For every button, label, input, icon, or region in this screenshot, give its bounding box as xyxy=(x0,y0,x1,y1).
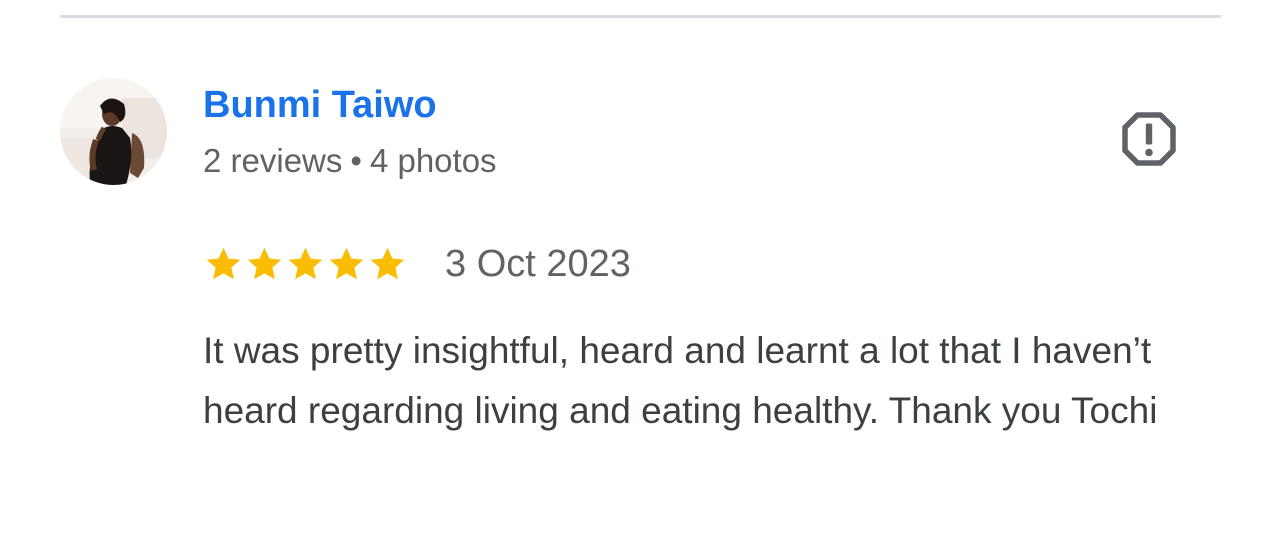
avatar[interactable] xyxy=(60,78,167,185)
star-icon xyxy=(329,247,364,279)
reviewer-name[interactable]: Bunmi Taiwo xyxy=(203,82,437,128)
meta-separator: • xyxy=(350,142,362,179)
review-text: It was pretty insightful, heard and lear… xyxy=(203,330,1158,431)
report-review-button[interactable] xyxy=(1118,108,1180,170)
photo-count: 4 photos xyxy=(369,142,497,179)
avatar-image xyxy=(60,78,167,185)
review-count: 2 reviews xyxy=(203,142,343,179)
reviewer-meta: 2 reviews • 4 photos xyxy=(203,140,497,182)
star-rating xyxy=(203,244,408,285)
review-card: Bunmi Taiwo 2 reviews • 4 photos 3 Oct 202… xyxy=(0,0,1280,540)
star-icon xyxy=(370,247,405,279)
review-date: 3 Oct 2023 xyxy=(445,243,631,285)
star-icon xyxy=(247,247,282,279)
rating-row: 3 Oct 2023 xyxy=(203,240,631,288)
star-icon xyxy=(288,247,323,279)
star-icon xyxy=(206,247,241,279)
divider xyxy=(60,15,1221,18)
report-flag-icon xyxy=(1122,112,1176,166)
